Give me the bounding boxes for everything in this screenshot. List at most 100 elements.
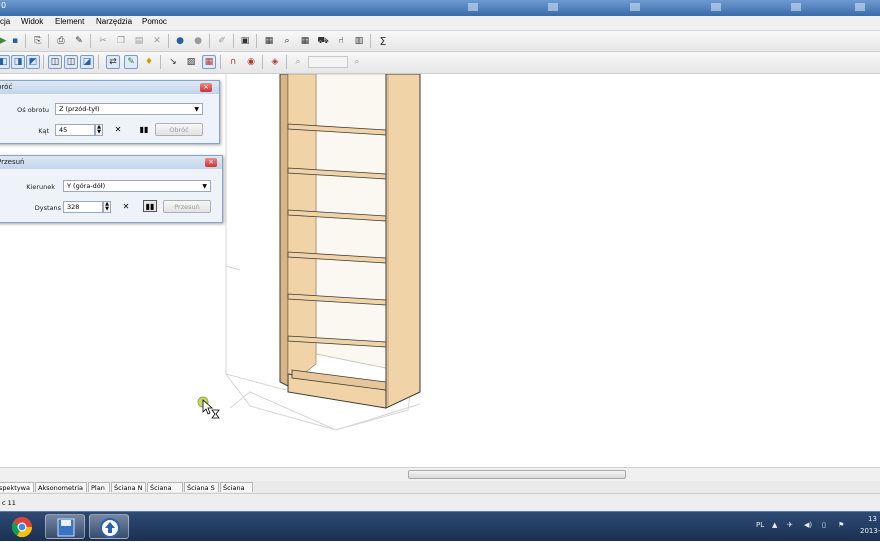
menu-item-element[interactable]: Element xyxy=(55,17,84,26)
view-front-icon[interactable]: ◧ xyxy=(0,55,10,69)
guide-wireframe xyxy=(225,373,287,391)
view-wire-icon[interactable]: ◫ xyxy=(64,55,78,69)
tab-sciana-e[interactable]: Ściana E xyxy=(220,482,253,502)
cut-icon[interactable]: ✂ xyxy=(96,34,110,48)
rotate-dialog: bróć × Oś obrotu Z (przód-tył) ▼ Kąt 45 … xyxy=(0,80,220,144)
edge-icon[interactable]: ↘ xyxy=(166,55,180,69)
upload-arrow-icon xyxy=(100,518,120,538)
right-side-panel xyxy=(385,73,421,409)
guide-wireframe xyxy=(225,265,241,271)
dimension-icon[interactable]: ⇄ xyxy=(106,55,120,69)
panel-icon[interactable]: ▣ xyxy=(238,34,252,48)
pair-toggle-icon[interactable]: ▮▮ xyxy=(143,200,157,212)
title-bar-glare xyxy=(548,3,558,11)
move-close-button[interactable]: × xyxy=(205,158,217,167)
vehicle-icon[interactable]: ⛟ xyxy=(316,34,330,48)
rotate-close-button[interactable]: × xyxy=(200,83,212,92)
zoom-icon[interactable]: ⌕ xyxy=(291,55,305,69)
view-side-icon[interactable]: ◨ xyxy=(11,55,25,69)
element-edit-icon[interactable]: ▦ xyxy=(298,34,312,48)
copy-icon[interactable]: ❐ xyxy=(114,34,128,48)
paste-icon[interactable]: ▤ xyxy=(132,34,146,48)
flip-sign-icon[interactable]: ✕ xyxy=(119,201,133,213)
view-solid-icon[interactable]: ◪ xyxy=(80,55,94,69)
print-preview-icon[interactable]: ✎ xyxy=(72,34,86,48)
battery-icon[interactable]: ▯ xyxy=(822,521,826,529)
distance-input[interactable]: 328 xyxy=(63,201,103,213)
app-taskbar-button[interactable] xyxy=(45,514,85,539)
status-bar: c 11 xyxy=(0,494,880,511)
left-side-front-edge xyxy=(279,73,289,387)
status-text: c 11 xyxy=(2,499,16,507)
network-icon[interactable]: ✈ xyxy=(787,521,793,529)
menu-bar: cja Widok Element Narzędzia Pomoc xyxy=(0,16,880,31)
menu-item-narzedzia[interactable]: Narzędzia xyxy=(96,17,132,26)
tab-aksonometria[interactable]: Aksonometria xyxy=(35,482,87,492)
view-box-icon[interactable]: ◫ xyxy=(48,55,62,69)
tab-sciana-w[interactable]: Ściana W xyxy=(147,482,183,502)
globe-icon[interactable]: ● xyxy=(173,34,187,48)
view-tabs: spektywa Aksonometria Plan Ściana N Ścia… xyxy=(0,481,880,502)
menu-item-pomoc[interactable]: Pomoc xyxy=(142,17,167,26)
chrome-taskbar-button[interactable] xyxy=(2,514,42,539)
title-bar-glare xyxy=(855,3,865,11)
flag-icon[interactable]: ⚑ xyxy=(838,521,844,529)
menu-item-edycja[interactable]: cja xyxy=(0,17,10,26)
scrollbar-thumb[interactable] xyxy=(408,470,626,479)
window-title-bar: 0 xyxy=(0,0,880,16)
export-icon[interactable]: ⎘ xyxy=(31,34,45,48)
chevron-down-icon: ▼ xyxy=(194,106,199,113)
move-apply-button[interactable]: Przesuń xyxy=(163,200,211,213)
floppy-icon xyxy=(57,518,75,537)
view-toolbar: ◧ ◨ ◩ ◫ ◫ ◪ ⇄ ✎ ♦ ↘ ▨ ▦ ∩ ◉ ◈ ⌕ ⌕ xyxy=(0,52,880,74)
flip-sign-icon[interactable]: ✕ xyxy=(111,124,125,136)
angle-label: Kąt xyxy=(38,127,49,135)
horizontal-scrollbar[interactable] xyxy=(0,467,880,482)
axis-select[interactable]: Z (przód-tył) ▼ xyxy=(55,103,203,115)
angle-input[interactable]: 45 xyxy=(55,124,95,136)
element-list-icon[interactable]: ▦ xyxy=(262,34,276,48)
upload-taskbar-button[interactable] xyxy=(89,514,129,539)
pair-toggle-icon[interactable]: ▮▮ xyxy=(137,124,151,136)
angle-spinner[interactable]: ▲ ▼ xyxy=(95,124,103,136)
element-search-icon[interactable]: ⌕ xyxy=(280,34,294,48)
magnet-icon[interactable]: ∩ xyxy=(226,55,240,69)
texture-icon[interactable]: ▨ xyxy=(184,55,198,69)
tab-perspektywa[interactable]: spektywa xyxy=(0,482,34,492)
direction-select[interactable]: Y (góra-dół) ▼ xyxy=(63,180,211,192)
direction-select-value: Y (góra-dół) xyxy=(67,182,106,190)
target-icon[interactable]: ◈ xyxy=(268,55,282,69)
snap-icon[interactable]: ◉ xyxy=(244,55,258,69)
tab-plan[interactable]: Plan xyxy=(88,482,110,492)
title-bar-glare xyxy=(468,3,478,11)
language-indicator[interactable]: PL xyxy=(756,521,764,529)
measure-icon[interactable]: ✐ xyxy=(215,34,229,48)
clock-time[interactable]: 13 xyxy=(868,515,877,523)
light-icon[interactable]: ♦ xyxy=(142,55,156,69)
grid-icon[interactable]: ▦ xyxy=(202,55,216,69)
sum-icon[interactable]: Σ xyxy=(376,34,390,48)
tab-sciana-n[interactable]: Ściana N xyxy=(111,482,146,492)
paint-icon[interactable]: ✎ xyxy=(124,55,138,69)
menu-item-widok[interactable]: Widok xyxy=(21,17,43,26)
chrome-icon xyxy=(11,517,33,538)
tray-arrow-icon[interactable]: ▲ xyxy=(772,521,777,529)
zoom-fit-icon[interactable]: ⌕ xyxy=(350,55,364,69)
print-icon[interactable]: ⎙ xyxy=(54,34,68,48)
axis-select-value: Z (przód-tył) xyxy=(59,105,100,113)
clock-date[interactable]: 2013- xyxy=(860,527,880,535)
volume-icon[interactable]: ◀) xyxy=(804,521,812,529)
delete-icon[interactable]: ✕ xyxy=(150,34,164,48)
rotate-apply-button[interactable]: Obróć xyxy=(155,123,203,136)
zoom-combo[interactable] xyxy=(308,56,348,68)
save-icon[interactable]: ▪ xyxy=(8,34,22,48)
tab-sciana-s[interactable]: Ściana S xyxy=(184,482,219,492)
title-bar-glare xyxy=(791,3,801,11)
axis-label: Oś obrotu xyxy=(17,106,49,114)
back-panel xyxy=(315,73,387,369)
view-shaded-icon[interactable]: ◩ xyxy=(26,55,40,69)
distance-spinner[interactable]: ▲ ▼ xyxy=(103,201,111,213)
report-icon[interactable]: ▥ xyxy=(352,34,366,48)
material-icon[interactable]: ● xyxy=(191,34,205,48)
chair-icon[interactable]: ⑁ xyxy=(334,34,348,48)
